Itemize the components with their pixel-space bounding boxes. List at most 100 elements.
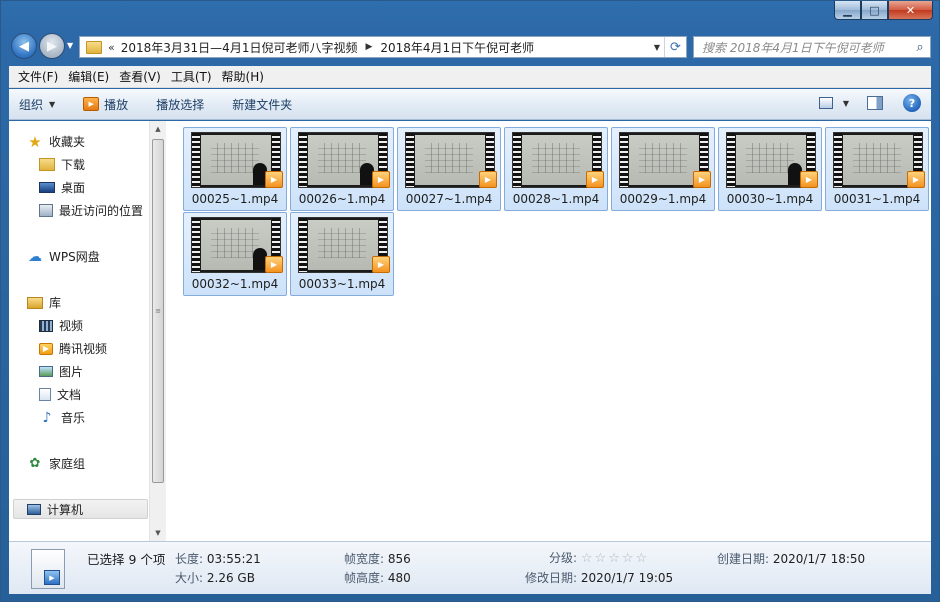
view-options-dropdown-icon[interactable]: ▼	[843, 99, 849, 108]
nav-favorites[interactable]: ★ 收藏夹	[27, 133, 86, 151]
close-button[interactable]: ✕	[888, 1, 933, 20]
whiteboard-writing	[318, 143, 366, 173]
nav-libraries[interactable]: 库	[27, 294, 61, 311]
property-value[interactable]: 2020/1/7 18:50	[773, 552, 865, 566]
menu-help[interactable]: 帮助(H)	[217, 68, 269, 85]
nav-label: 收藏夹	[49, 135, 86, 149]
search-box[interactable]: 搜索 2018年4月1日下午倪可老师 ⌕	[693, 36, 931, 58]
size-property: 大小: 2.26 GB	[175, 569, 255, 586]
scrollbar-thumb[interactable]: ≡	[152, 139, 164, 483]
details-pane: ▶ 已选择 9 个项 长度: 03:55:21 大小: 2.26 GB 帧宽度:…	[9, 541, 931, 594]
nav-documents[interactable]: 文档	[39, 386, 81, 403]
nav-desktop[interactable]: 桌面	[39, 179, 85, 196]
breadcrumb-segment[interactable]: 2018年4月1日下午倪可老师	[380, 39, 534, 56]
star-icon[interactable]: ☆	[636, 551, 648, 566]
nav-label: 图片	[59, 365, 84, 379]
minimize-button[interactable]: ▁	[834, 1, 861, 20]
magnifier-icon[interactable]: ⌕	[910, 40, 930, 55]
nav-label: 下载	[61, 158, 86, 172]
nav-label: 库	[49, 296, 62, 310]
maximize-button[interactable]: □	[861, 1, 888, 20]
file-tile[interactable]: ▶ 00027~1.mp4	[397, 127, 501, 211]
video-file-icon: ▶	[44, 570, 60, 585]
breadcrumb-segment[interactable]: 2018年3月31日—4月1日倪可老师八字视频	[121, 39, 358, 56]
selection-count: 已选择 9 个项	[87, 552, 166, 567]
help-icon[interactable]: ?	[903, 94, 921, 112]
property-key: 分级:	[549, 551, 578, 565]
video-frame	[201, 220, 271, 270]
search-input[interactable]: 搜索 2018年4月1日下午倪可老师	[702, 39, 910, 56]
forward-button[interactable]: ▶	[39, 33, 65, 59]
change-view-icon[interactable]	[818, 97, 833, 109]
file-tile[interactable]: ▶ 00030~1.mp4	[718, 127, 822, 211]
homegroup-icon: ✿	[29, 456, 41, 471]
property-value[interactable]: 2.26 GB	[207, 571, 255, 585]
property-value[interactable]: 03:55:21	[207, 552, 261, 566]
address-overflow[interactable]: «	[108, 41, 115, 54]
media-player-icon: ▶	[586, 171, 604, 188]
chevron-right-icon[interactable]: ▶	[365, 42, 372, 52]
music-note-icon: ♪	[42, 409, 52, 426]
file-tile[interactable]: ▶ 00028~1.mp4	[504, 127, 608, 211]
file-tile[interactable]: ▶ 00033~1.mp4	[290, 212, 394, 296]
file-tile[interactable]: ▶ 00029~1.mp4	[611, 127, 715, 211]
nav-pictures[interactable]: 图片	[39, 363, 83, 380]
nav-label: 最近访问的位置	[59, 204, 144, 218]
menu-tools[interactable]: 工具(T)	[166, 68, 217, 85]
file-name: 00031~1.mp4	[833, 192, 921, 206]
downloads-folder-icon	[39, 158, 55, 171]
whiteboard-writing	[853, 143, 901, 173]
new-folder-button[interactable]: 新建文件夹	[232, 96, 292, 113]
back-arrow-icon: ◀	[19, 38, 29, 54]
refresh-icon[interactable]: ⟳	[664, 37, 686, 57]
film-strip-edge	[727, 133, 735, 187]
play-button[interactable]: ▶ 播放	[83, 96, 128, 113]
preview-pane-icon[interactable]	[867, 96, 883, 110]
recent-pages-dropdown[interactable]: ▼	[67, 41, 73, 50]
rating-stars[interactable]: ☆ ☆ ☆ ☆ ☆	[581, 551, 647, 566]
address-bar[interactable]: « 2018年3月31日—4月1日倪可老师八字视频 ▶ 2018年4月1日下午倪…	[79, 36, 687, 58]
play-selection-button[interactable]: 播放选择	[156, 96, 204, 113]
file-tile[interactable]: ▶ 00031~1.mp4	[825, 127, 929, 211]
property-value[interactable]: 480	[388, 571, 411, 585]
file-tile[interactable]: ▶ 00025~1.mp4	[183, 127, 287, 211]
nav-computer[interactable]: 计算机	[27, 501, 83, 518]
file-name: 00028~1.mp4	[512, 192, 600, 206]
nav-label: 音乐	[61, 411, 86, 425]
nav-wps-drive[interactable]: ☁ WPS网盘	[27, 248, 100, 265]
navigation-scrollbar[interactable]: ▲ ≡ ▼	[149, 121, 166, 541]
file-name: 00030~1.mp4	[726, 192, 814, 206]
menu-view[interactable]: 查看(V)	[114, 68, 166, 85]
nav-downloads[interactable]: 下载	[39, 156, 85, 173]
nav-videos[interactable]: 视频	[39, 317, 83, 334]
nav-homegroup[interactable]: ✿ 家庭组	[27, 455, 85, 472]
property-key: 帧宽度:	[344, 552, 385, 566]
organize-button[interactable]: 组织 ▼	[19, 96, 55, 113]
property-value[interactable]: 856	[388, 552, 411, 566]
menu-file[interactable]: 文件(F)	[13, 68, 63, 85]
file-name: 00032~1.mp4	[191, 277, 279, 291]
property-key: 修改日期:	[525, 571, 578, 585]
nav-music[interactable]: ♪ 音乐	[39, 409, 85, 426]
star-icon[interactable]: ☆	[622, 551, 634, 566]
property-key: 长度:	[175, 552, 204, 566]
nav-recent[interactable]: 最近访问的位置	[39, 202, 143, 219]
nav-tencent-video[interactable]: ▶ 腾讯视频	[39, 340, 107, 357]
nav-label: 计算机	[47, 503, 84, 517]
scroll-down-icon[interactable]: ▼	[150, 525, 166, 541]
menu-edit[interactable]: 编辑(E)	[63, 68, 114, 85]
file-tile[interactable]: ▶ 00032~1.mp4	[183, 212, 287, 296]
back-button[interactable]: ◀	[11, 33, 37, 59]
media-player-icon: ▶	[800, 171, 818, 188]
property-value[interactable]: 2020/1/7 19:05	[581, 571, 673, 585]
address-dropdown-icon[interactable]: ▼	[650, 43, 664, 52]
star-icon[interactable]: ☆	[581, 551, 593, 566]
property-key: 大小:	[175, 571, 204, 585]
frame-width-property: 帧宽度: 856	[344, 550, 411, 567]
star-icon[interactable]: ☆	[595, 551, 607, 566]
scroll-up-icon[interactable]: ▲	[150, 121, 166, 137]
video-frame	[308, 135, 378, 185]
star-icon[interactable]: ☆	[608, 551, 620, 566]
file-name: 00025~1.mp4	[191, 192, 279, 206]
file-tile[interactable]: ▶ 00026~1.mp4	[290, 127, 394, 211]
